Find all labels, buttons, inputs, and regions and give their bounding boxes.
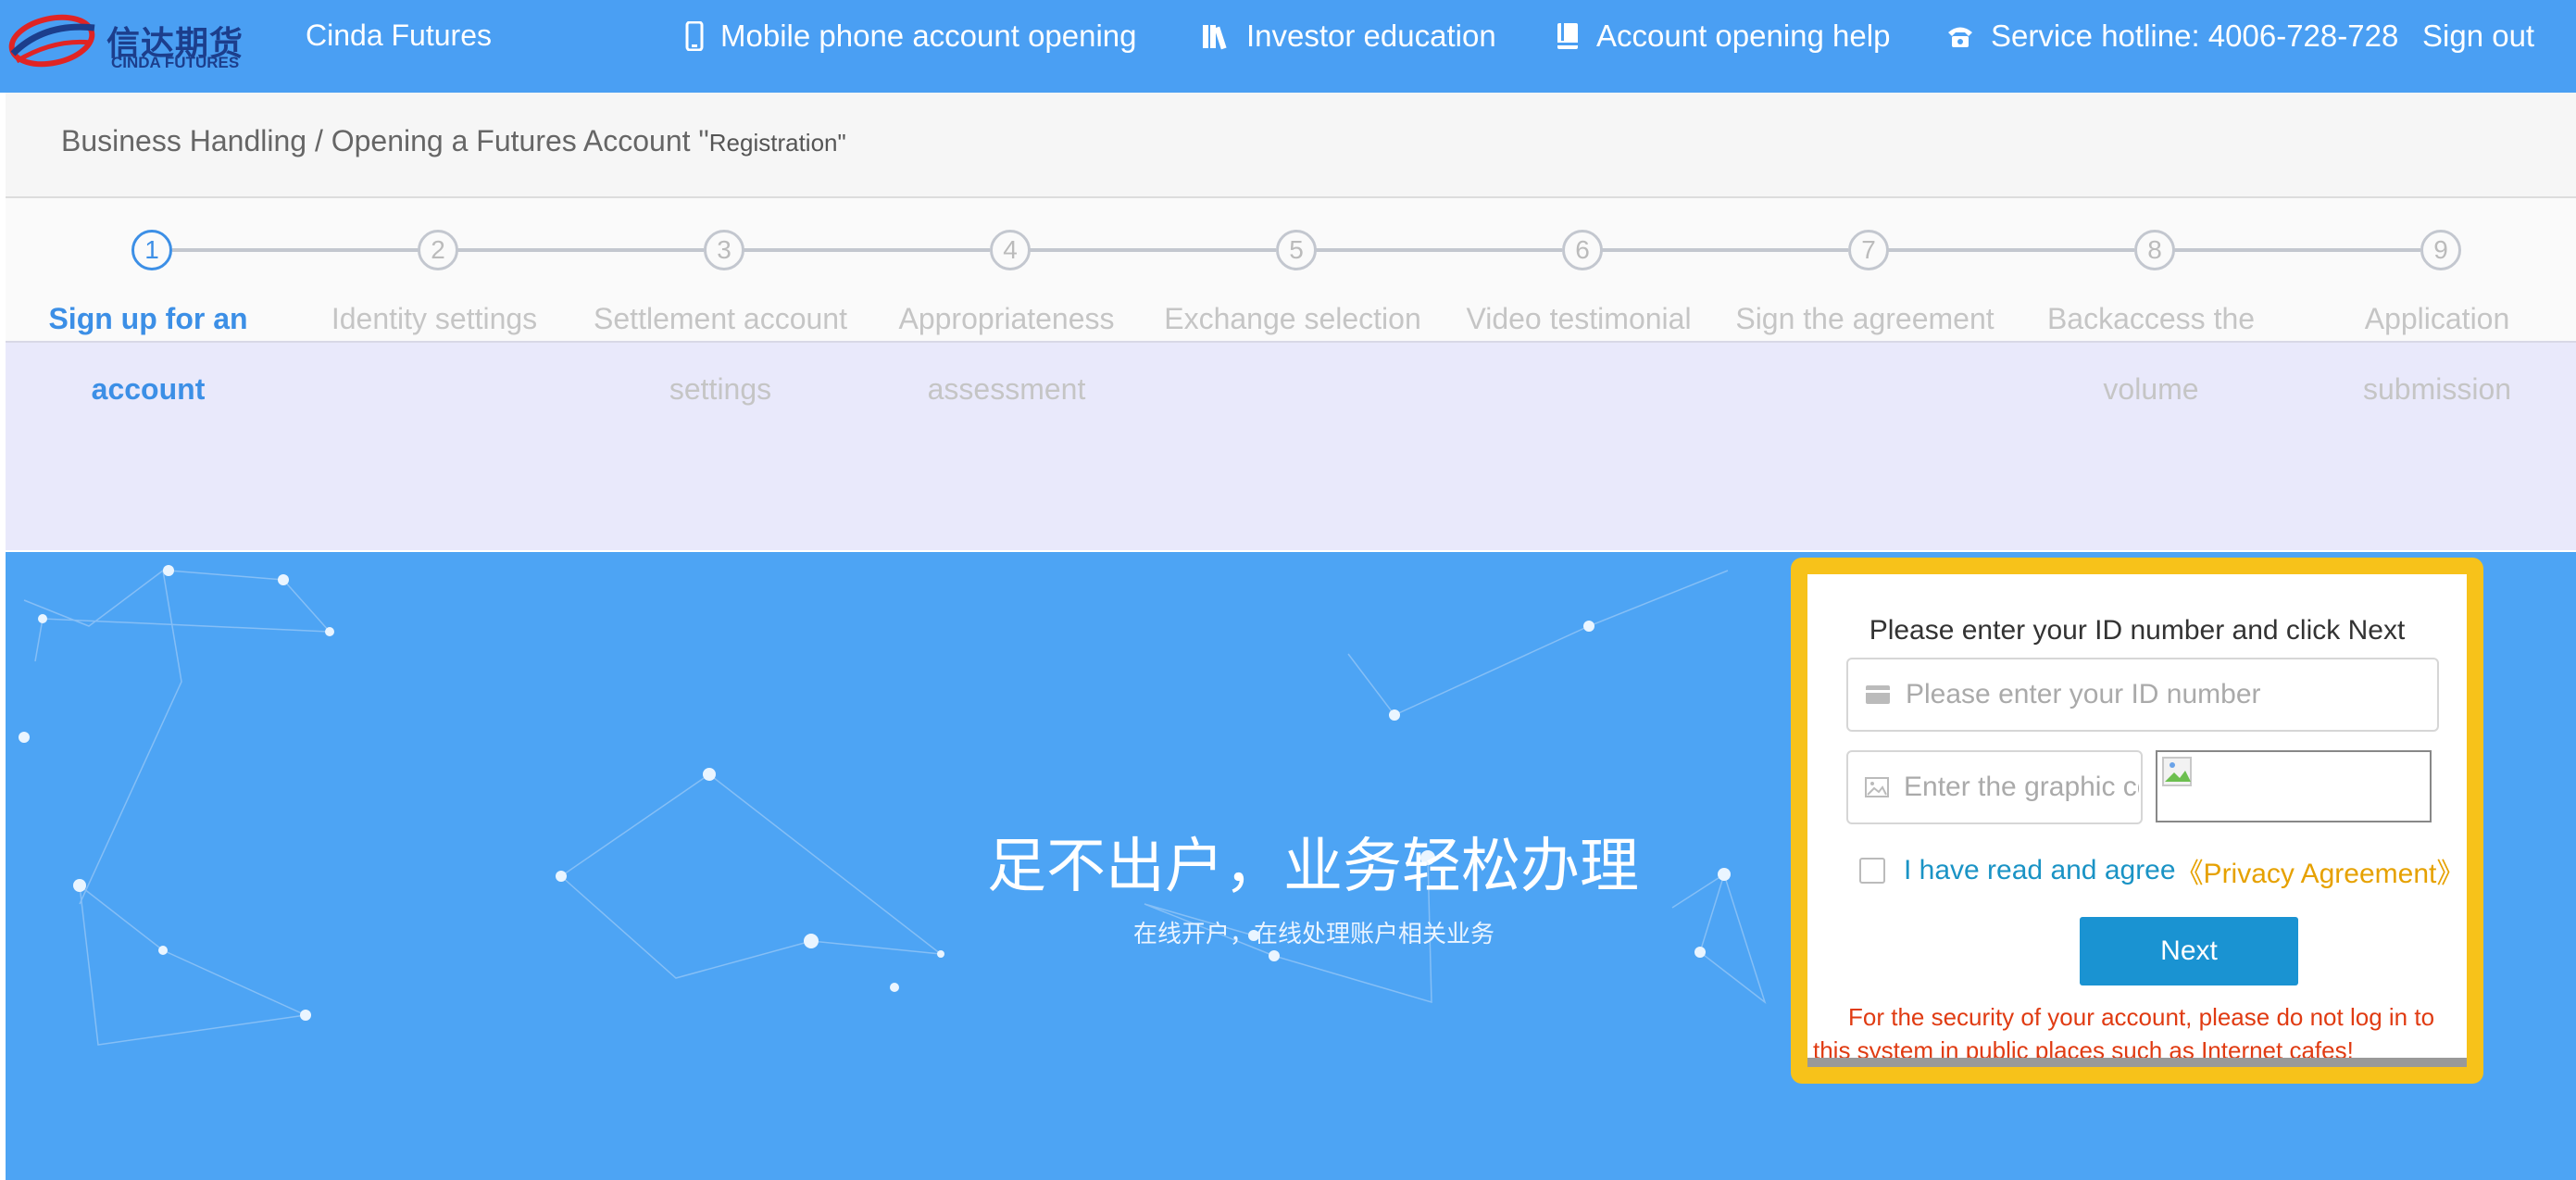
- captcha-field[interactable]: [1846, 750, 2143, 824]
- step-1-label: Sign up for an account: [48, 302, 248, 406]
- step-1-circle: 1: [131, 230, 172, 270]
- nav-label: Account opening help: [1596, 19, 1891, 53]
- id-number-input[interactable]: [1904, 678, 2437, 711]
- agree-checkbox[interactable]: [1859, 858, 1885, 884]
- breadcrumb-bar: Business Handling / Opening a Futures Ac…: [6, 93, 2576, 198]
- hotline-label: Service hotline: 4006-728-728: [1991, 19, 2399, 53]
- step-2-label: Identity settings: [331, 302, 538, 335]
- image-icon: [1865, 777, 1889, 797]
- form-title: Please enter your ID number and click Ne…: [1869, 615, 2406, 646]
- breadcrumb: Business Handling / Opening a Futures Ac…: [61, 124, 846, 158]
- privacy-agreement-row: I have read and agree 《Privacy Agreement…: [1859, 850, 2464, 891]
- nav-investor-education[interactable]: Investor education: [1202, 19, 1496, 54]
- step-connector: [1602, 248, 1848, 252]
- service-hotline: Service hotline: 4006-728-728: [1946, 19, 2398, 54]
- step-7-label: Sign the agreement: [1735, 302, 1995, 335]
- step-5-circle: 5: [1276, 230, 1317, 270]
- telephone-icon: [1948, 27, 1972, 47]
- hero-subtitle: 在线开户，在线处理账户相关业务: [1133, 921, 1495, 948]
- nav-label: Investor education: [1246, 19, 1496, 53]
- step-4-circle: 4: [990, 230, 1031, 270]
- step-connector: [457, 248, 704, 252]
- sign-out-link[interactable]: Sign out: [2422, 19, 2534, 54]
- brand-name: Cinda Futures: [306, 19, 492, 52]
- cinda-futures-logo[interactable]: 信达期货 CINDA FUTURES: [7, 7, 248, 72]
- captcha-input[interactable]: [1902, 771, 2141, 804]
- captcha-image[interactable]: [2156, 750, 2432, 822]
- next-button[interactable]: Next: [2080, 917, 2298, 985]
- step-6-label: Video testimonial: [1466, 302, 1692, 335]
- step-8-label: Backaccess the volume: [2046, 302, 2256, 406]
- nav-account-opening-help[interactable]: Account opening help: [1556, 19, 1890, 54]
- registration-steps: 1 Sign up for an account 2 Identity sett…: [6, 198, 2576, 550]
- step-connector: [2174, 248, 2420, 252]
- mobile-phone-icon: [685, 21, 704, 51]
- step-9-circle: 9: [2420, 230, 2461, 270]
- step-connector: [744, 248, 990, 252]
- hero-title: 足不出户，业务轻松办理: [987, 833, 1639, 901]
- step-connector: [172, 248, 419, 252]
- help-book-icon: [1557, 23, 1578, 49]
- step-9-label: Application submission: [2362, 302, 2512, 406]
- step-3-label: Settlement account settings: [594, 302, 847, 406]
- nav-mobile-account-opening[interactable]: Mobile phone account opening: [685, 19, 1137, 54]
- breadcrumb-current: Registration": [708, 129, 846, 157]
- step-connector: [1888, 248, 2134, 252]
- step-2-circle: 2: [418, 230, 458, 270]
- privacy-agreement-link[interactable]: 《Privacy Agreement》: [2176, 850, 2465, 891]
- step-5-label: Exchange selection: [1164, 302, 1421, 335]
- breadcrumb-path: Business Handling / Opening a Futures Ac…: [61, 124, 709, 157]
- logo-swoosh-icon: [8, 14, 95, 68]
- broken-image-icon: [2162, 757, 2192, 786]
- card-bottom-border: [1807, 1058, 2467, 1067]
- nav-label: Mobile phone account opening: [720, 19, 1137, 53]
- step-connector: [1316, 248, 1562, 252]
- agree-text: I have read and agree: [1904, 855, 2176, 885]
- step-6-circle: 6: [1562, 230, 1603, 270]
- step-7-circle: 7: [1848, 230, 1889, 270]
- id-card-icon: [1866, 685, 1890, 704]
- step-4-label: Appropriateness assessment: [898, 302, 1115, 406]
- step-connector: [1030, 248, 1276, 252]
- top-navigation-bar: 信达期货 CINDA FUTURES Cinda Futures Mobile …: [0, 0, 2576, 93]
- logo-english-text: CINDA FUTURES: [111, 54, 240, 71]
- registration-form-card: Please enter your ID number and click Ne…: [1791, 558, 2483, 1084]
- id-number-field[interactable]: [1846, 658, 2439, 732]
- step-3-circle: 3: [704, 230, 744, 270]
- step-8-circle: 8: [2134, 230, 2175, 270]
- books-icon: [1203, 25, 1227, 50]
